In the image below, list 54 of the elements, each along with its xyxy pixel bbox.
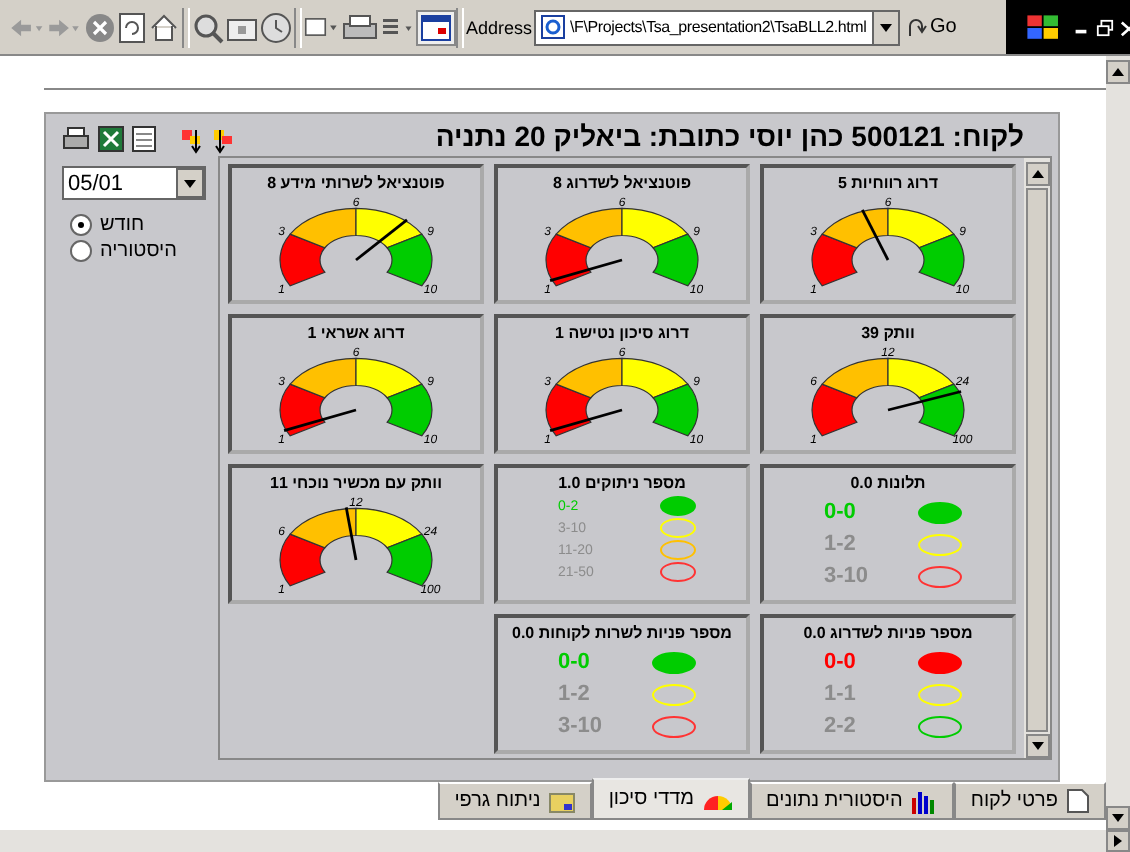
refresh-icon[interactable]: [118, 11, 146, 43]
spreadsheet-icon[interactable]: [98, 126, 124, 152]
card-title: דרוג אשראי 1: [307, 324, 405, 342]
scroll-down-icon[interactable]: [1025, 734, 1049, 758]
scroll-down-icon[interactable]: [1106, 806, 1130, 830]
range-label: 3-10: [824, 564, 869, 588]
address-label: Address: [466, 17, 533, 37]
tab[interactable]: פרטי לקוח: [954, 782, 1106, 820]
stop-icon[interactable]: [84, 11, 116, 43]
card-title: דרוג סיכון נטישה 1: [555, 324, 689, 342]
tab[interactable]: ניתוח גרפי: [438, 782, 593, 820]
scroll-right-icon[interactable]: [1106, 830, 1130, 852]
bar-chart-icon: [910, 789, 939, 813]
radio-label: היסטוריה: [100, 240, 177, 262]
card-title: מספר פניות לשרות לקוחות 0.0: [512, 624, 732, 642]
card-title: דרוג רווחיות 5: [837, 174, 939, 192]
card-title: מספר ניתוקים 1.0: [558, 474, 686, 492]
tab[interactable]: מדדי סיכון: [592, 778, 751, 820]
close-icon[interactable]: [1119, 17, 1130, 37]
card-title: וותק 39: [861, 324, 915, 342]
range-label: 0-0: [824, 500, 856, 524]
card-title: תלונות 0.0: [850, 474, 926, 492]
restore-icon[interactable]: [1095, 17, 1114, 37]
range-label: 1-2: [558, 682, 590, 706]
search-icon[interactable]: [192, 11, 224, 43]
scroll-up-icon[interactable]: [1025, 162, 1049, 186]
sort-arrow-icon[interactable]: [180, 125, 204, 153]
window-icon[interactable]: [418, 11, 454, 43]
range-label: 3-10: [558, 714, 603, 738]
scroll-up-icon[interactable]: [1106, 60, 1130, 84]
radio-button[interactable]: [70, 240, 92, 262]
period-select[interactable]: 05/01: [62, 166, 206, 200]
radio-label: חודש: [100, 214, 145, 236]
card-title: מספר פניות לשדרוג 0.0: [803, 624, 973, 642]
printer-icon[interactable]: [62, 126, 90, 152]
sort-arrow-icon[interactable]: [212, 125, 236, 153]
history-icon[interactable]: [260, 11, 292, 43]
range-label: 0-0: [824, 650, 856, 674]
card-title: וותק עם מכשיר נוכחי 11: [270, 474, 442, 492]
card-title: פוטנציאל לשרותי מידע 8: [267, 174, 445, 192]
radio-button[interactable]: [70, 214, 92, 236]
range-label: 0-0: [558, 650, 590, 674]
tab[interactable]: היסטורית נתונים: [750, 782, 955, 820]
range-label: 2-2: [824, 714, 856, 738]
range-label: 1-1: [824, 682, 856, 706]
customer-header: לקוח: 500121 כהן יוסי כתובת: ביאליק 20 נתניה: [435, 120, 1024, 156]
document-icon[interactable]: [132, 126, 156, 152]
range-label: 1-2: [824, 532, 856, 556]
go-button[interactable]: Go: [902, 16, 961, 38]
home-icon[interactable]: [148, 11, 180, 43]
printer-icon[interactable]: [342, 11, 378, 43]
card-title: פוטנציאל לשדרוג 8: [552, 174, 692, 192]
go-arrow-icon: [906, 16, 929, 38]
scrollbar-thumb[interactable]: [1026, 188, 1048, 732]
